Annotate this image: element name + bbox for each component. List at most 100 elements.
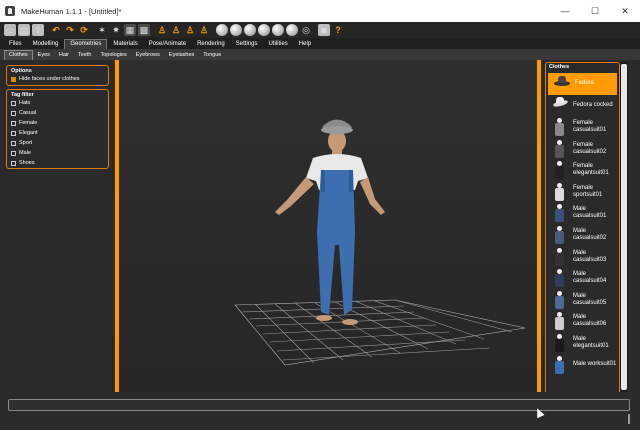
- subtab-teeth[interactable]: Teeth: [74, 51, 95, 60]
- side-view-icon[interactable]: ♙: [170, 24, 182, 36]
- subtab-eyebrows[interactable]: Eyebrows: [132, 51, 164, 60]
- scrollbar-thumb[interactable]: [621, 64, 627, 390]
- clothes-item-label: Fedora: [575, 80, 595, 87]
- clothes-item-label: Male casualsuit01: [573, 206, 607, 220]
- redo-icon[interactable]: ↷: [64, 24, 76, 36]
- clothes-item-male-casualsuit01[interactable]: Male casualsuit01: [546, 203, 619, 225]
- hide-faces-checkbox-row[interactable]: Hide faces under clothes: [11, 74, 104, 84]
- tag-elegant-row[interactable]: Elegant: [11, 128, 104, 138]
- clothes-item-male-elegantsuit01[interactable]: Male elegantsuit01: [546, 332, 619, 354]
- smooth-icon[interactable]: ✶: [96, 24, 108, 36]
- subtab-eyelashes[interactable]: Eyelashes: [165, 51, 198, 60]
- subtab-eyes[interactable]: Eyes: [34, 51, 54, 60]
- clothes-item-male-casualsuit06[interactable]: Male casualsuit06: [546, 311, 619, 333]
- clothes-item-label: Female elegantsuit01: [573, 163, 609, 177]
- fedora-cocked-thumbnail: [551, 96, 569, 114]
- tag-checkbox[interactable]: [11, 150, 16, 156]
- sphere-5-icon[interactable]: [272, 24, 284, 36]
- reset-icon[interactable]: ⟳: [78, 24, 90, 36]
- subtab-tongue[interactable]: Tongue: [199, 51, 225, 60]
- crosshair-icon[interactable]: ◎: [300, 24, 312, 36]
- tab-help[interactable]: Help: [294, 40, 316, 49]
- clothes-item-female-sportsuit01[interactable]: Female sportsuit01: [546, 181, 619, 203]
- clothes-item-male-casualsuit02[interactable]: Male casualsuit02: [546, 224, 619, 246]
- tab-pose-animate[interactable]: Pose/Animate: [144, 40, 191, 49]
- tag-checkbox[interactable]: [11, 140, 16, 146]
- clothes-item-label: Male elegantsuit01: [573, 335, 609, 349]
- tag-filter-group: Tag filter Hats Casual Female Elegant Sp…: [6, 89, 109, 169]
- tag-sport-row[interactable]: Sport: [11, 138, 104, 148]
- tag-checkbox[interactable]: [11, 120, 16, 126]
- grid-icon[interactable]: ▦: [124, 24, 136, 36]
- tab-settings[interactable]: Settings: [231, 40, 263, 49]
- male-elegantsuit01-thumbnail: [551, 333, 569, 352]
- female-casualsuit01-thumbnail: [551, 117, 569, 136]
- status-area: [0, 392, 640, 430]
- clothes-item-label: Fedora cocked: [573, 101, 613, 108]
- clothes-item-fedora-cocked[interactable]: Fedora cocked: [546, 95, 619, 117]
- sphere-3-icon[interactable]: [244, 24, 256, 36]
- clothes-item-female-elegantsuit01[interactable]: Female elegantsuit01: [546, 159, 619, 181]
- tab-rendering[interactable]: Rendering: [192, 40, 230, 49]
- clothes-item-male-casualsuit03[interactable]: Male casualsuit03: [546, 246, 619, 268]
- right-scrollbar[interactable]: [620, 62, 628, 392]
- clothes-item-male-casualsuit05[interactable]: Male casualsuit05: [546, 289, 619, 311]
- tab-files[interactable]: Files: [4, 40, 27, 49]
- subtab-topologies[interactable]: Topologies: [96, 51, 130, 60]
- wireframe-icon[interactable]: ✷: [110, 24, 122, 36]
- tag-checkbox[interactable]: [11, 130, 16, 136]
- sphere-6-icon[interactable]: [286, 24, 298, 36]
- load-icon[interactable]: ⇪: [32, 24, 44, 36]
- clothes-item-male-worksuit01[interactable]: Male worksuit01: [546, 354, 619, 376]
- male-worksuit01-thumbnail: [551, 355, 569, 374]
- undo-icon[interactable]: ↶: [50, 24, 62, 36]
- maximize-button[interactable]: ☐: [580, 0, 610, 22]
- tag-casual-row[interactable]: Casual: [11, 108, 104, 118]
- clothes-item-label: Female casualsuit02: [573, 141, 607, 155]
- close-button[interactable]: ✕: [610, 0, 640, 22]
- sphere-2-icon[interactable]: [230, 24, 242, 36]
- screenshot-icon[interactable]: ◙: [318, 24, 330, 36]
- new-file-icon[interactable]: ▭: [4, 24, 16, 36]
- tag-label: Sport: [19, 140, 33, 146]
- top-view-icon[interactable]: ♙: [198, 24, 210, 36]
- sphere-4-icon[interactable]: [258, 24, 270, 36]
- back-view-icon[interactable]: ♙: [184, 24, 196, 36]
- subtab-hair[interactable]: Hair: [55, 51, 73, 60]
- clothes-item-male-casualsuit04[interactable]: Male casualsuit04: [546, 267, 619, 289]
- fedora-thumbnail: [553, 75, 571, 93]
- makehuman-window: MakeHuman 1.1.1 - [Untitled]* — ☐ ✕ ▭ ▤ …: [0, 0, 640, 430]
- tag-female-row[interactable]: Female: [11, 118, 104, 128]
- tab-geometries[interactable]: Geometries: [64, 39, 108, 49]
- main-tabs: Files Modelling Geometries Materials Pos…: [0, 38, 640, 49]
- tab-materials[interactable]: Materials: [108, 40, 142, 49]
- resize-grip[interactable]: [628, 414, 630, 424]
- sphere-1-icon[interactable]: [216, 24, 228, 36]
- subtab-clothes[interactable]: Clothes: [4, 50, 33, 60]
- app-icon: [5, 6, 15, 16]
- hide-faces-checkbox[interactable]: [11, 76, 16, 82]
- front-view-icon[interactable]: ♙: [156, 24, 168, 36]
- clothes-item-fedora[interactable]: Fedora: [548, 73, 617, 95]
- clothes-item-female-casualsuit01[interactable]: Female casualsuit01: [546, 116, 619, 138]
- tag-checkbox[interactable]: [11, 160, 16, 166]
- help-icon[interactable]: ?: [332, 24, 344, 36]
- minimize-button[interactable]: —: [550, 0, 580, 22]
- tag-checkbox[interactable]: [11, 110, 16, 116]
- 3d-viewport[interactable]: [115, 60, 541, 392]
- tag-shoes-row[interactable]: Shoes: [11, 158, 104, 168]
- male-casualsuit05-thumbnail: [551, 290, 569, 309]
- male-casualsuit04-thumbnail: [551, 269, 569, 288]
- tab-modelling[interactable]: Modelling: [28, 40, 64, 49]
- tag-checkbox[interactable]: [11, 100, 16, 106]
- hide-faces-label: Hide faces under clothes: [19, 76, 80, 82]
- female-casualsuit02-thumbnail: [551, 139, 569, 158]
- male-casualsuit02-thumbnail: [551, 225, 569, 244]
- tag-male-row[interactable]: Male: [11, 148, 104, 158]
- save-icon[interactable]: ▤: [18, 24, 30, 36]
- tag-hats-row[interactable]: Hats: [11, 98, 104, 108]
- tab-utilities[interactable]: Utilities: [263, 40, 292, 49]
- checker-icon[interactable]: ▩: [138, 24, 150, 36]
- male-casualsuit01-thumbnail: [551, 204, 569, 223]
- clothes-item-female-casualsuit02[interactable]: Female casualsuit02: [546, 138, 619, 160]
